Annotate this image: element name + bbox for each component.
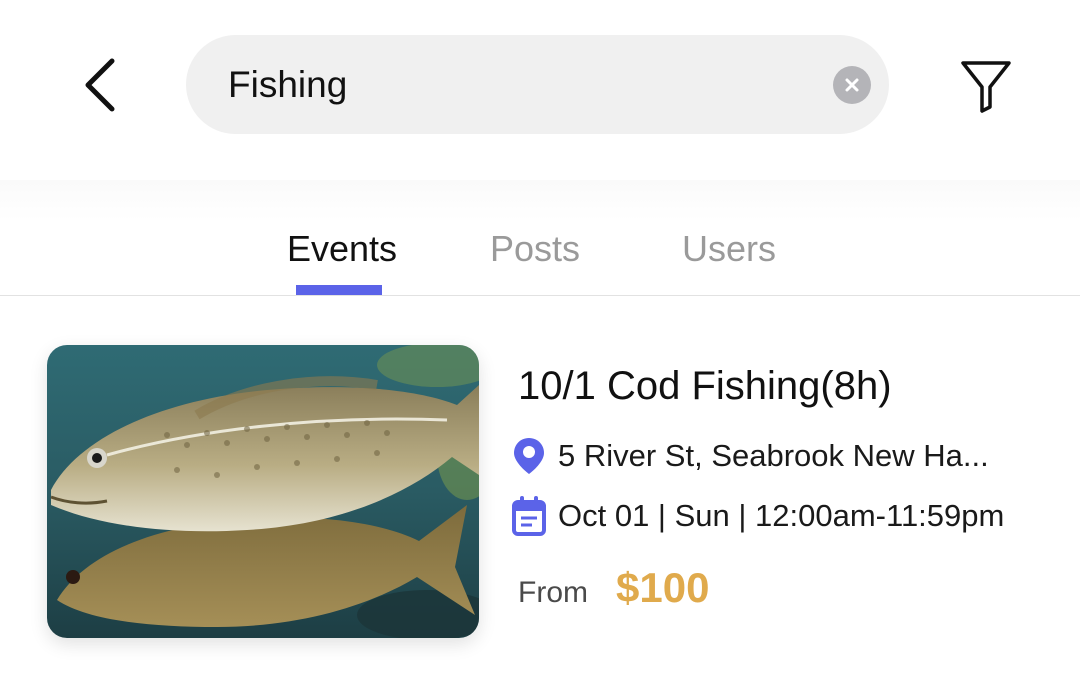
search-header	[0, 0, 1080, 180]
price-prefix: From	[518, 576, 588, 609]
active-tab-indicator	[296, 285, 382, 295]
event-price: From $100	[518, 564, 709, 612]
event-date: Oct 01 | Sun | 12:00am-11:59pm	[512, 496, 1004, 536]
clear-icon	[845, 78, 859, 92]
event-datetime-text: Oct 01 | Sun | 12:00am-11:59pm	[558, 498, 1005, 533]
tab-events[interactable]: Events	[287, 228, 397, 270]
back-button[interactable]	[70, 50, 130, 120]
filter-icon	[961, 61, 1011, 113]
search-input[interactable]	[228, 54, 788, 115]
tab-users[interactable]: Users	[682, 228, 776, 270]
calendar-icon	[512, 496, 546, 536]
result-tabs: Events Posts Users	[0, 180, 1080, 296]
event-location-text: 5 River St, Seabrook New Ha...	[558, 438, 989, 473]
price-value: $100	[616, 564, 710, 611]
event-card[interactable]: 10/1 Cod Fishing(8h) 5 River St, Seabroo…	[0, 296, 1080, 684]
search-results-page: Events Posts Users	[0, 0, 1080, 684]
tab-posts[interactable]: Posts	[490, 228, 580, 270]
filter-button[interactable]	[954, 50, 1018, 120]
event-location: 5 River St, Seabrook New Ha...	[512, 436, 989, 476]
event-image	[47, 345, 479, 638]
location-pin-icon	[514, 438, 544, 474]
event-title: 10/1 Cod Fishing(8h)	[518, 364, 892, 408]
chevron-left-icon	[85, 58, 115, 112]
clear-search-button[interactable]	[833, 66, 871, 104]
search-bar	[186, 35, 889, 134]
